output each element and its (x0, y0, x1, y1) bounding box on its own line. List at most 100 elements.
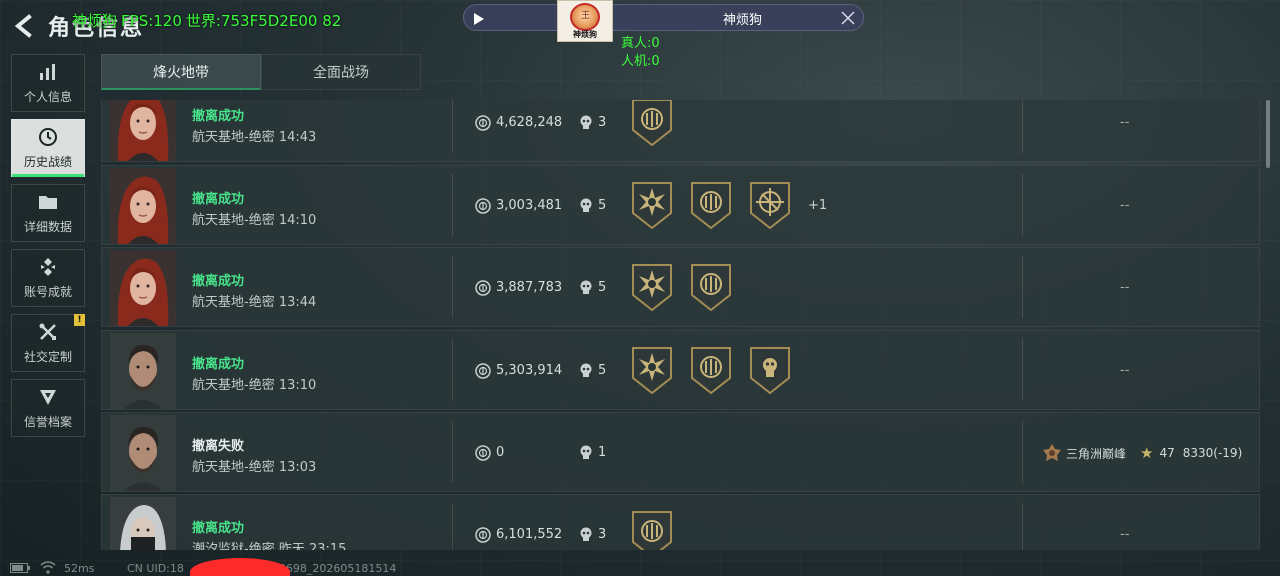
column-divider (452, 256, 453, 318)
tools-icon (37, 322, 59, 342)
extraction-result: 撤离成功 (192, 192, 245, 207)
match-row[interactable]: 撤离成功 航天基地-绝密 13:10 5,303,914 5 -- (101, 330, 1260, 410)
avatar-caption: 神烦狗 (573, 30, 597, 39)
emblem-medal-icon[interactable] (629, 509, 675, 550)
match-row[interactable]: 撤离成功航天基地-绝密 14:10 3,003,481 5 +1 -- (101, 165, 1260, 245)
sidebar-item-label: 个人信息 (23, 89, 72, 104)
rank-change-placeholder: -- (1120, 198, 1130, 213)
sidebar-item-personal-info[interactable]: 个人信息 (11, 54, 85, 112)
asset-value: 0 (496, 445, 505, 460)
sidebar: 个人信息 历史战绩 详细数据 账号成就 ! 社交定制 信誉档案 (11, 54, 85, 444)
star-burst-medal-icon[interactable] (629, 345, 675, 395)
rank-emblem-icon (1043, 444, 1061, 461)
rank-stars: 47 (1159, 446, 1175, 460)
emblem-medal-icon[interactable] (688, 180, 734, 230)
map-and-time: 航天基地-绝密 13:03 (192, 460, 317, 475)
sidebar-item-detailed-data[interactable]: 详细数据 (11, 184, 85, 242)
column-divider (1022, 339, 1023, 401)
sidebar-item-achievements[interactable]: 账号成就 (11, 249, 85, 307)
match-row[interactable]: 撤离成功 潮汐监狱-绝密 昨天 23:15 6,101,552 3 -- (101, 494, 1260, 550)
asset-value: 3,003,481 (496, 198, 563, 213)
match-row[interactable]: 撤离成功 航天基地-绝密 13:44 3,887,783 5 -- (101, 247, 1260, 327)
rank-change-placeholder: -- (1120, 363, 1130, 378)
tab-full-battlefield[interactable]: 全面战场 (261, 54, 421, 90)
sidebar-item-label: 账号成就 (23, 284, 72, 299)
extraction-result: 撤离成功 (192, 274, 245, 289)
column-divider (452, 339, 453, 401)
real-player-count: 真人:0 (621, 36, 660, 51)
shield-icon (37, 387, 59, 407)
wifi-icon (40, 561, 56, 574)
match-row[interactable]: 撤离成功 航天基地-绝密 14:43 4,628,248 3 -- (101, 100, 1260, 162)
asset-value: 4,628,248 (496, 115, 563, 130)
kill-count: 3 (598, 527, 607, 542)
bot-count: 人机:0 (621, 54, 660, 69)
skull-icon (580, 363, 592, 377)
coin-icon (475, 198, 491, 214)
extraction-result: 撤离成功 (192, 109, 245, 124)
kill-count: 3 (598, 115, 607, 130)
rank-info: 三角洲巅峰 ★ 47 8330(-19) (1042, 443, 1242, 463)
sidebar-item-reputation[interactable]: 信誉档案 (11, 379, 85, 437)
overlay-close-button[interactable] (839, 9, 857, 27)
uid-suffix: 34698_202605181514 (271, 562, 397, 575)
coin-icon (475, 280, 491, 296)
character-portrait (110, 497, 176, 550)
star-icon: ★ (1140, 444, 1154, 462)
sidebar-item-label: 历史战绩 (23, 154, 72, 169)
column-divider (1022, 256, 1023, 318)
skull-medal-icon[interactable] (747, 345, 793, 395)
sidebar-item-social-custom[interactable]: ! 社交定制 (11, 314, 85, 372)
skull-icon (580, 280, 592, 294)
map-and-time: 航天基地-绝密 14:10 (192, 213, 317, 228)
tab-hazard-zone[interactable]: 烽火地带 (101, 54, 261, 90)
kill-count: 5 (598, 198, 607, 213)
character-portrait (110, 100, 176, 161)
back-arrow-icon (14, 14, 32, 38)
skull-icon (580, 198, 592, 212)
match-row[interactable]: 撤离失败 航天基地-绝密 13:03 0 1 三角洲巅峰 ★ 47 8330(-19) (101, 412, 1260, 492)
character-portrait (110, 415, 176, 491)
star-burst-medal-icon[interactable] (629, 262, 675, 312)
back-button[interactable] (10, 12, 38, 40)
coin-icon (475, 445, 491, 461)
star-burst-medal-icon[interactable] (629, 180, 675, 230)
more-medals-count[interactable]: +1 (808, 198, 827, 213)
overlay-avatar: 神烦狗 (557, 0, 613, 42)
skull-icon (580, 527, 592, 541)
bar-chart-icon (37, 62, 59, 82)
extraction-result: 撤离成功 (192, 357, 245, 372)
sidebar-item-label: 详细数据 (23, 219, 72, 234)
crosshair-medal-icon[interactable] (747, 180, 793, 230)
folder-icon (37, 192, 59, 212)
rank-change-placeholder: -- (1120, 527, 1130, 542)
character-portrait (110, 250, 176, 326)
emblem-medal-icon[interactable] (688, 345, 734, 395)
column-divider (452, 174, 453, 236)
clock-icon (37, 127, 59, 147)
medal-list (629, 509, 688, 550)
column-divider (1022, 100, 1023, 153)
medal-list (629, 345, 806, 395)
emblem-medal-icon[interactable] (688, 262, 734, 312)
emblem-medal-icon[interactable] (629, 100, 675, 147)
column-divider (1022, 503, 1023, 550)
match-history-list: 撤离成功 航天基地-绝密 14:43 4,628,248 3 -- 撤离成功 航天基地-绝密… (101, 100, 1260, 550)
close-icon (841, 11, 855, 25)
list-scrollbar[interactable] (1266, 100, 1270, 168)
coin-icon (475, 527, 491, 543)
debug-world: 世界:753F5D2E00 82 (185, 12, 342, 30)
character-portrait (110, 333, 176, 409)
medal-list (629, 180, 806, 230)
column-divider (452, 100, 453, 153)
dog-avatar-icon (570, 3, 600, 31)
achievement-icon (37, 257, 59, 277)
extraction-result: 撤离失败 (192, 439, 245, 454)
debug-name: 神烦狗 (72, 12, 118, 30)
map-and-time: 航天基地-绝密 13:10 (192, 378, 317, 393)
battery-icon (10, 563, 30, 573)
debug-fps: FPS:120 (121, 12, 182, 30)
column-divider (1022, 174, 1023, 236)
sidebar-item-match-history[interactable]: 历史战绩 (11, 119, 85, 177)
sidebar-item-label: 社交定制 (23, 349, 72, 364)
